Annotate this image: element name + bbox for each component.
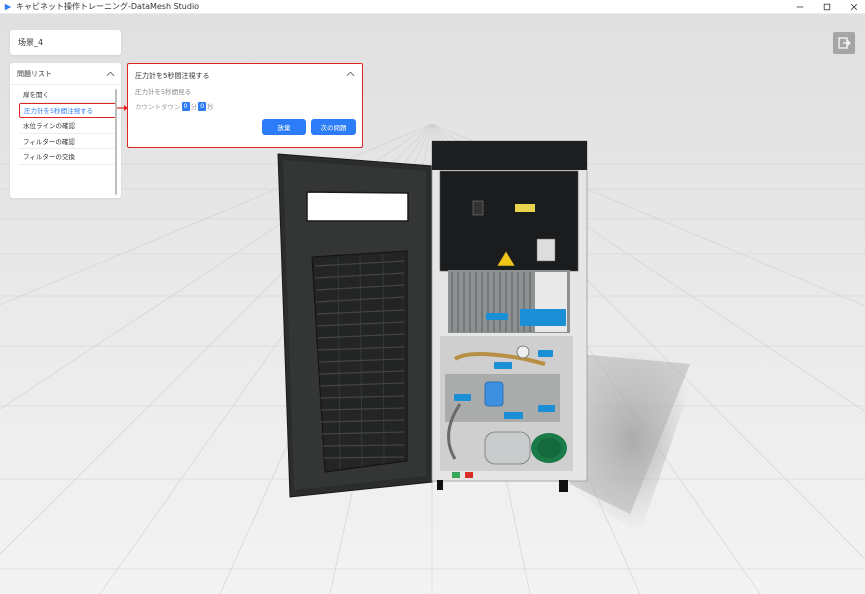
problem-item-filter-replace[interactable]: フィルターの交換	[19, 149, 117, 165]
giveup-button[interactable]: 放棄	[262, 119, 306, 135]
countdown-seconds: 0	[198, 101, 207, 111]
scene-name: 场景_4	[18, 38, 44, 47]
exit-button[interactable]	[833, 32, 855, 54]
minimize-button[interactable]	[786, 0, 814, 14]
callout-label	[504, 412, 523, 419]
callout-label	[538, 405, 555, 412]
callout-label	[486, 313, 508, 320]
close-icon	[850, 3, 858, 11]
task-panel: 圧力計を5秒間注視する 圧力計を5秒間見る カウントダウン 0 分 0 秒 放棄…	[127, 63, 363, 148]
app-logo-icon	[4, 3, 12, 10]
problem-item-watch-gauge[interactable]: 圧力計を5秒間注視する	[19, 102, 117, 118]
countdown-label: カウントダウン	[135, 103, 181, 111]
chevron-up-icon[interactable]	[106, 71, 115, 77]
problem-list-panel: 問題リスト 扉を開く 圧力計を5秒間注視する 水位ラインの確認 フィルターの確認…	[10, 63, 121, 198]
task-description: 圧力計を5秒間見る	[135, 88, 192, 96]
callout-label	[454, 394, 471, 401]
maximize-icon	[823, 3, 831, 11]
callout-label	[494, 362, 512, 369]
next-problem-button[interactable]: 次の問題	[311, 119, 356, 135]
callout-label	[538, 350, 553, 357]
title-bar: キャビネット操作トレーニング-DataMesh Studio	[0, 0, 865, 14]
problem-list-title: 問題リスト	[17, 69, 52, 78]
countdown: カウントダウン 0 分 0 秒	[135, 101, 214, 111]
task-title: 圧力計を5秒間注視する	[135, 72, 210, 80]
countdown-separator: 分	[190, 103, 198, 111]
problem-item-water-level[interactable]: 水位ラインの確認	[19, 118, 117, 134]
callout-label	[520, 309, 566, 326]
close-button[interactable]	[840, 0, 865, 14]
exit-icon	[838, 37, 851, 49]
countdown-first: 0	[181, 101, 190, 111]
maximize-button[interactable]	[813, 0, 841, 14]
scene-name-box[interactable]: 场景_4	[10, 30, 121, 55]
problem-item-open-door[interactable]: 扉を開く	[19, 87, 117, 103]
window-title: キャビネット操作トレーニング-DataMesh Studio	[16, 2, 200, 11]
chevron-up-icon[interactable]	[346, 71, 355, 77]
problem-item-filter-check[interactable]: フィルターの確認	[19, 134, 117, 149]
problem-list-header[interactable]: 問題リスト	[10, 63, 121, 85]
problem-items: 扉を開く 圧力計を5秒間注視する 水位ラインの確認 フィルターの確認 フィルター…	[19, 87, 117, 165]
countdown-unit: 秒	[207, 103, 214, 111]
minimize-icon	[796, 6, 804, 8]
